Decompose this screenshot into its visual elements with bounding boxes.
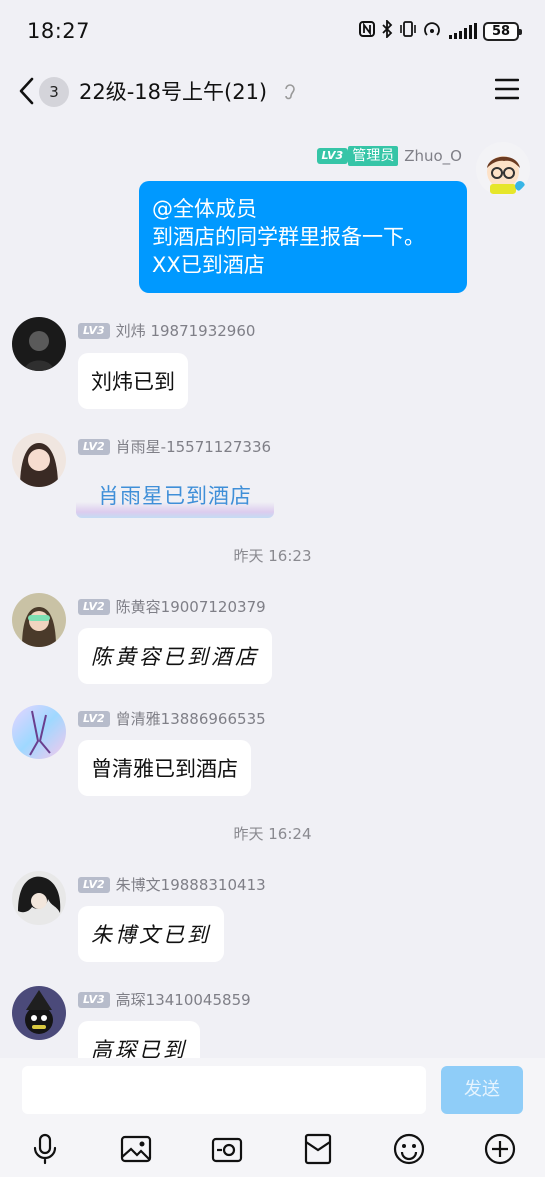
hotspot-icon — [423, 20, 443, 42]
avatar[interactable] — [476, 142, 530, 196]
battery-icon: 58 — [483, 21, 522, 41]
sender-meta: LV3 刘炜 19871932960 — [78, 320, 255, 341]
sender-name: 陈黄容19007120379 — [115, 598, 266, 616]
avatar[interactable] — [12, 871, 66, 925]
timestamp: 昨天 16:24 — [233, 825, 312, 843]
message-input[interactable] — [22, 1066, 426, 1114]
message-line: 到酒店的同学群里报备一下。 — [152, 225, 425, 249]
level-badge: LV3 — [316, 148, 349, 164]
sender-meta: LV3 高琛13410045859 — [78, 989, 251, 1010]
level-badge: LV3 — [78, 991, 110, 1008]
sender-meta: LV3 管理员 Zhuo_O — [316, 146, 462, 166]
send-button[interactable]: 发送 — [441, 1066, 523, 1114]
message-bubble[interactable]: 陈黄容已到酒店 — [78, 628, 272, 684]
level-badge: LV2 — [78, 876, 110, 893]
vibrate-icon — [399, 20, 417, 42]
image-icon[interactable] — [120, 1133, 152, 1165]
message-line: @全体成员 — [152, 197, 257, 221]
message-bubble[interactable]: 刘炜已到 — [78, 353, 188, 409]
message-bubble[interactable]: 肖雨星已到酒店 — [76, 478, 274, 518]
plus-icon[interactable] — [484, 1133, 516, 1165]
signal-icon — [449, 23, 477, 39]
level-badge: LV2 — [78, 710, 110, 727]
sender-meta: LV2 肖雨星-15571127336 — [78, 436, 271, 457]
admin-badge: 管理员 — [348, 146, 399, 166]
chat-header: 22级-18号上午(21) — [0, 60, 545, 124]
group-title: 22级-18号上午(21) — [79, 80, 268, 104]
message-bubble[interactable]: 高琛已到 — [78, 1021, 200, 1058]
sender-meta: LV2 朱博文19888310413 — [78, 874, 266, 895]
microphone-icon[interactable] — [29, 1133, 61, 1165]
red-packet-icon[interactable] — [302, 1133, 334, 1165]
menu-icon[interactable] — [495, 78, 519, 100]
level-badge: LV2 — [78, 598, 110, 615]
sender-meta: LV2 陈黄容19007120379 — [78, 596, 266, 617]
sender-name: 曾清雅13886966535 — [115, 710, 266, 728]
timestamp: 昨天 16:23 — [233, 547, 312, 565]
message-bubble[interactable]: 曾清雅已到酒店 — [78, 740, 251, 796]
sender-name: 高琛13410045859 — [115, 991, 251, 1009]
sender-name: 肖雨星-15571127336 — [115, 438, 272, 456]
status-bar: 18:27 58 — [0, 0, 545, 60]
message-list[interactable]: LV3 管理员 Zhuo_O @全体成员 到酒店的同学群里报备一下。 XX已到酒… — [0, 124, 545, 1058]
back-icon[interactable] — [16, 76, 38, 106]
sender-name: 朱博文19888310413 — [115, 876, 266, 894]
sender-name: 刘炜 19871932960 — [115, 322, 256, 340]
emoji-icon[interactable] — [393, 1133, 425, 1165]
avatar[interactable] — [12, 433, 66, 487]
nfc-icon — [359, 21, 375, 41]
input-bar: 发送 — [0, 1058, 545, 1177]
message-line: XX已到酒店 — [152, 253, 265, 277]
listen-mode-icon[interactable] — [283, 82, 297, 102]
avatar[interactable] — [12, 317, 66, 371]
bluetooth-icon — [381, 18, 393, 42]
sender-meta: LV2 曾清雅13886966535 — [78, 708, 266, 729]
unread-badge[interactable]: 3 — [39, 77, 69, 107]
avatar[interactable] — [12, 593, 66, 647]
level-badge: LV2 — [78, 438, 110, 455]
sender-name: Zhuo_O — [404, 147, 462, 165]
status-time: 18:27 — [27, 19, 91, 43]
level-badge: LV3 — [78, 322, 110, 339]
message-bubble[interactable]: 朱博文已到 — [78, 906, 224, 962]
camera-icon[interactable] — [211, 1133, 243, 1165]
avatar[interactable] — [12, 705, 66, 759]
avatar[interactable] — [12, 986, 66, 1040]
status-icons: 58 — [359, 18, 522, 42]
message-bubble[interactable]: @全体成员 到酒店的同学群里报备一下。 XX已到酒店 — [139, 181, 467, 293]
